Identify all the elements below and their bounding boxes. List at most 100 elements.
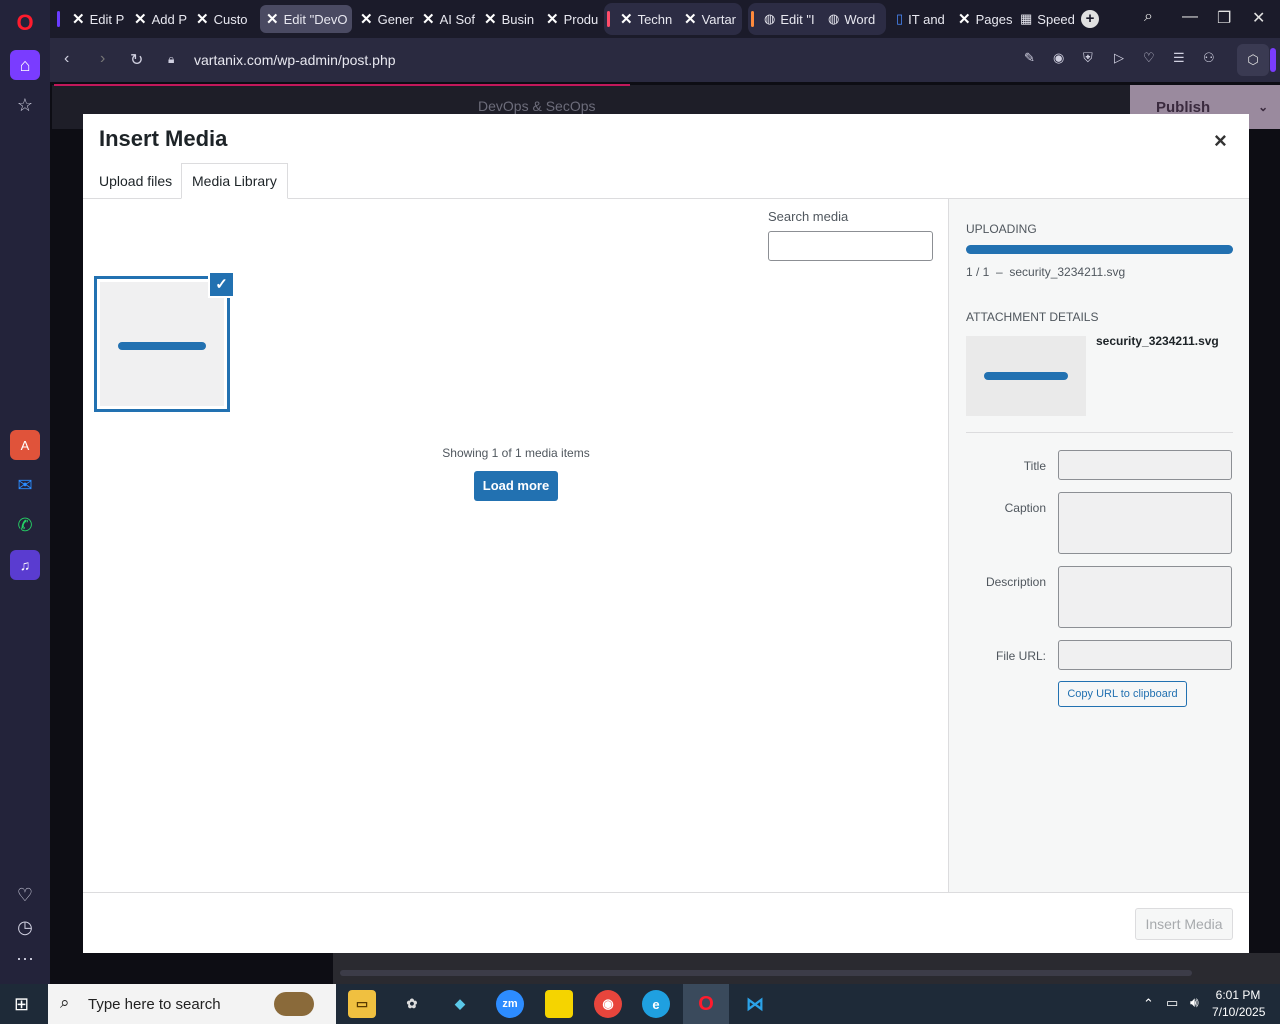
tab-favicon-icon: ✕ — [422, 11, 435, 28]
profile-icon[interactable]: ⚇ — [1203, 50, 1215, 66]
tab-favicon-icon: ✕ — [266, 11, 279, 28]
insert-media-button[interactable]: Insert Media — [1135, 908, 1233, 940]
browser-tab[interactable]: ✕ Gener — [354, 5, 414, 33]
attachment-filename: security_3234211.svg — [1096, 334, 1219, 348]
history-clock-icon[interactable]: ◷ — [10, 912, 40, 942]
browser-tab[interactable]: ▯ IT and — [890, 5, 950, 33]
messenger-icon[interactable]: ✉ — [10, 470, 40, 500]
chrome-icon[interactable]: ◉ — [594, 990, 622, 1018]
url-text[interactable]: vartanix.com/wp-admin/post.php — [194, 52, 396, 68]
horizontal-scrollbar[interactable] — [340, 970, 1192, 976]
browser-tab[interactable]: ✕ Custo — [190, 5, 256, 33]
clock-time[interactable]: 6:01 PM — [1212, 988, 1264, 1002]
caption-label: Caption — [1004, 501, 1046, 515]
restore-icon[interactable]: ❐ — [1217, 8, 1231, 28]
tab-media-library[interactable]: Media Library — [181, 163, 288, 199]
search-highlight-image — [274, 992, 314, 1016]
lock-icon: 🔒︎ — [168, 52, 175, 66]
sticky-notes-icon[interactable] — [545, 990, 573, 1018]
title-input[interactable] — [1058, 450, 1232, 480]
upload-status-text: 1 / 1 – security_3234211.svg — [966, 265, 1126, 279]
upload-progress-fill — [966, 245, 1233, 254]
browser-tab[interactable]: ✕ Busin — [478, 5, 538, 33]
app-gem-icon[interactable]: ◆ — [446, 990, 474, 1018]
upload-progress-track — [966, 245, 1233, 254]
tab-favicon-icon: ✕ — [360, 11, 373, 28]
description-textarea[interactable] — [1058, 566, 1232, 628]
browser-tab[interactable]: ◍ Word — [822, 5, 884, 33]
file-url-label: File URL: — [995, 649, 1046, 663]
extensions-icon[interactable]: ⬡ — [1237, 44, 1269, 76]
menu-icon[interactable]: ☰ — [1173, 50, 1185, 66]
minimize-icon[interactable]: — — [1182, 8, 1198, 26]
tab-favicon-icon: ✕ — [196, 11, 209, 28]
tab-favicon-icon: ✕ — [684, 11, 697, 28]
tab-favicon-icon: ✕ — [134, 11, 147, 28]
file-url-input[interactable] — [1058, 640, 1232, 670]
tray-chevron-icon[interactable]: ⌃ — [1143, 996, 1154, 1012]
heart-icon[interactable]: ♡ — [1143, 50, 1155, 66]
home-icon[interactable]: ⌂ — [10, 50, 40, 80]
attachment-preview-bar — [984, 372, 1068, 380]
zoom-icon[interactable]: zm — [496, 990, 524, 1018]
search-tabs-icon[interactable]: ⌕ — [1144, 8, 1153, 26]
browser-tab[interactable]: ▦ Speed — [1014, 5, 1074, 33]
volume-icon[interactable]: 🔊︎ — [1190, 994, 1199, 1011]
clock-date[interactable]: 7/10/2025 — [1212, 1005, 1265, 1019]
tab-upload-files[interactable]: Upload files — [89, 163, 182, 199]
paint-icon[interactable]: ✿ — [398, 990, 426, 1018]
opera-logo-icon[interactable]: O — [10, 8, 40, 38]
music-player-icon[interactable]: ♫ — [10, 550, 40, 580]
browser-tab[interactable]: ✕ AI Sof — [416, 5, 476, 33]
forward-icon[interactable]: › — [100, 50, 105, 68]
caption-textarea[interactable] — [1058, 492, 1232, 554]
page-icon: ▯ — [896, 11, 904, 26]
chevron-down-icon[interactable]: ⌄ — [1258, 100, 1268, 114]
tab-favicon-icon: ✕ — [546, 11, 559, 28]
reload-icon[interactable]: ↻ — [130, 50, 143, 70]
close-icon[interactable]: × — [1214, 128, 1227, 154]
send-icon[interactable]: ▷ — [1114, 50, 1124, 66]
close-window-icon[interactable]: ✕ — [1252, 8, 1265, 28]
edit-icon[interactable]: ✎ — [1024, 50, 1035, 66]
new-tab-plus-icon[interactable]: + — [1081, 10, 1099, 28]
bookmarks-star-icon[interactable]: ☆ — [10, 90, 40, 120]
browser-tab-active[interactable]: ✕ Edit "DevO — [260, 5, 352, 33]
camera-icon[interactable]: ◉ — [1053, 50, 1064, 66]
copy-url-button[interactable]: Copy URL to clipboard — [1058, 681, 1187, 707]
opera-icon[interactable]: O — [692, 990, 720, 1018]
file-explorer-icon[interactable]: ▭ — [348, 990, 376, 1018]
edge-icon[interactable]: e — [642, 990, 670, 1018]
shield-icon[interactable]: ⛨ — [1083, 50, 1093, 66]
topbar-progress — [54, 84, 630, 86]
browser-tab[interactable]: ◍ Edit "I — [758, 5, 820, 33]
search-icon: ⌕ — [60, 993, 70, 1012]
browser-tab[interactable]: ✕ Edit P — [66, 5, 126, 33]
showing-count-text: Showing 1 of 1 media items — [442, 446, 590, 460]
checkmark-icon[interactable]: ✓ — [208, 271, 235, 298]
heart-icon[interactable]: ♡ — [10, 880, 40, 910]
browser-tab[interactable]: ✕ Techn — [614, 5, 676, 33]
details-divider — [966, 432, 1233, 433]
windows-start-icon[interactable]: ⊞ — [14, 994, 29, 1015]
taskbar-search-box[interactable]: ⌕ Type here to search — [48, 984, 336, 1024]
more-dots-icon[interactable]: ⋯ — [10, 944, 40, 974]
vscode-icon[interactable]: ⋈ — [741, 990, 769, 1018]
aria-icon[interactable]: A — [10, 430, 40, 460]
browser-tab[interactable]: ✕ Add P — [128, 5, 188, 33]
browser-tab[interactable]: ✕ Vartar — [678, 5, 740, 33]
sidebar-accent — [1270, 48, 1276, 72]
search-media-input[interactable] — [768, 231, 933, 261]
browser-tab[interactable]: ✕ Produ — [540, 5, 600, 33]
globe-icon: ◍ — [828, 11, 840, 26]
network-icon[interactable]: ▭ — [1166, 995, 1178, 1011]
whatsapp-icon[interactable]: ✆ — [10, 510, 40, 540]
page-context-label[interactable]: DevOps & SecOps — [478, 98, 596, 114]
load-more-button[interactable]: Load more — [474, 471, 558, 501]
browser-tab[interactable]: ✕ Pages — [952, 5, 1012, 33]
grid-icon: ▦ — [1020, 11, 1033, 26]
editor-bottom-strip — [333, 953, 1280, 984]
tab-favicon-icon: ✕ — [958, 11, 971, 28]
title-label: Title — [1023, 459, 1046, 473]
back-icon[interactable]: ‹ — [64, 50, 69, 68]
